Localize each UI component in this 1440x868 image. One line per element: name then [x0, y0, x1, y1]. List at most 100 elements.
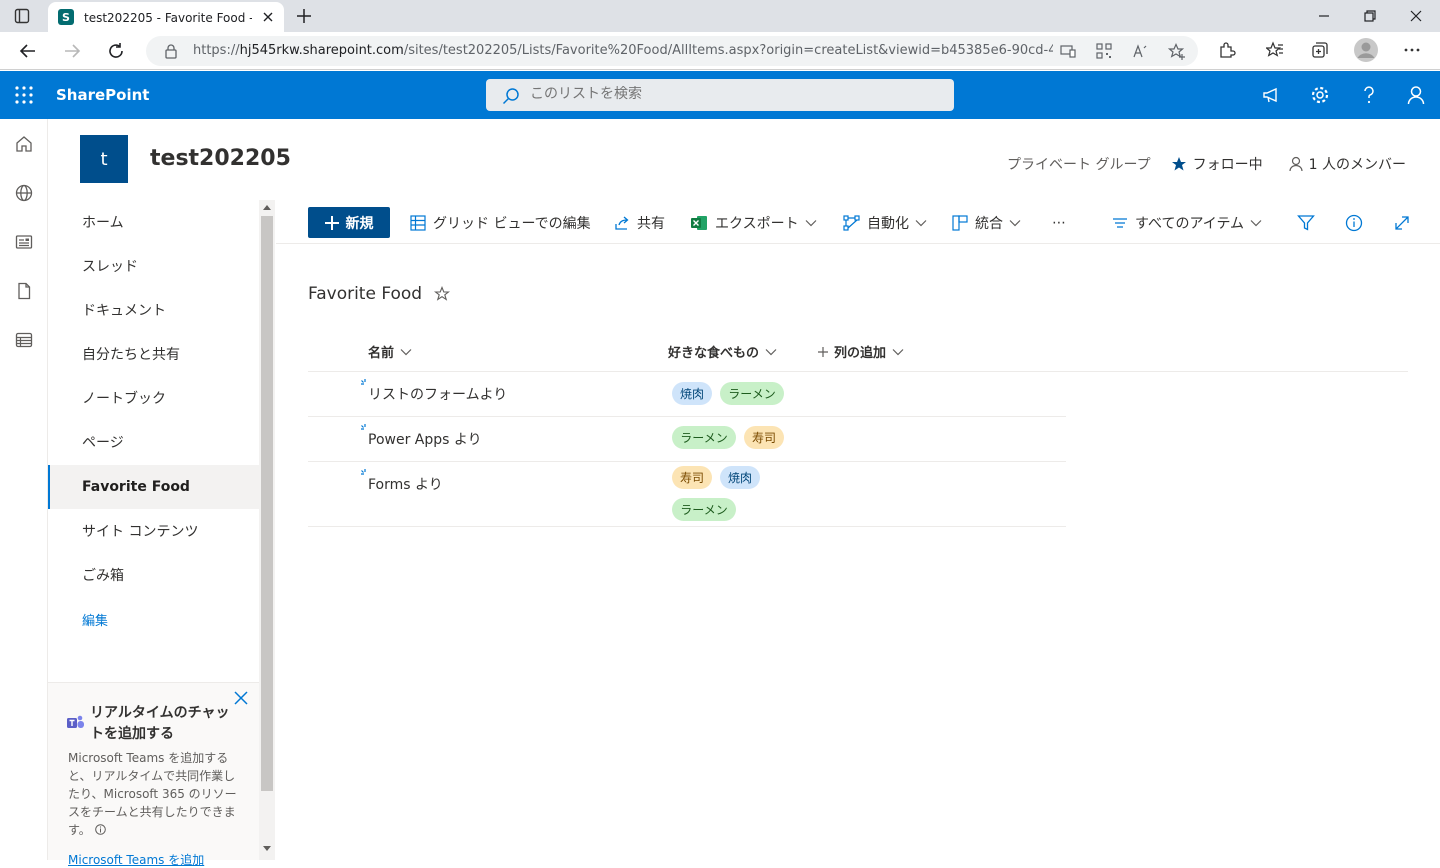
chevron-down-icon [765, 348, 777, 356]
window-close-icon[interactable] [1408, 8, 1424, 24]
browser-toolbar: https://hj545rkw.sharepoint.com/sites/te… [0, 32, 1440, 70]
chevron-down-icon [1009, 219, 1021, 227]
reload-icon[interactable] [106, 41, 126, 61]
lock-icon[interactable] [164, 43, 178, 59]
add-column-button[interactable]: 列の追加 [818, 342, 904, 361]
export-button[interactable]: エクスポート [691, 208, 824, 238]
members-button[interactable]: 1 人のメンバー [1289, 154, 1406, 174]
new-tab-icon[interactable] [294, 6, 314, 26]
tab-actions-icon[interactable] [14, 8, 30, 24]
teams-icon [67, 715, 85, 731]
column-header-name[interactable]: 名前 [368, 342, 412, 361]
news-icon[interactable] [15, 233, 33, 251]
item-name-link[interactable]: Forms より [368, 474, 443, 494]
nav-item-shared-with-us[interactable]: 自分たちと共有 [48, 332, 260, 376]
add-favorite-icon[interactable] [1168, 43, 1186, 61]
nav-item-favorite-food[interactable]: Favorite Food [48, 465, 260, 509]
automate-flow-icon [843, 215, 860, 231]
nav-edit-link[interactable]: 編集 [48, 597, 260, 641]
nav-item-recycle-bin[interactable]: ごみ箱 [48, 553, 260, 597]
nav-item-pages[interactable]: ページ [48, 420, 260, 464]
close-tab-icon[interactable] [258, 7, 278, 27]
integrate-button[interactable]: 統合 [952, 208, 1028, 238]
url-domain: hj545rkw.sharepoint.com [239, 43, 404, 58]
tag-ramen: ラーメン [672, 498, 736, 521]
command-bar: 新規 グリッド ビューでの編集 共有 エクスポート 自動化 統合 ⋯ すべてのア… [276, 200, 1440, 244]
announcement-icon[interactable] [1262, 85, 1282, 105]
url-path: /sites/test202205/Lists/Favorite%20Food/… [403, 43, 1053, 58]
share-button[interactable]: 共有 [614, 208, 665, 238]
read-aloud-icon[interactable] [1132, 43, 1148, 59]
item-name-link[interactable]: リストのフォームより [368, 384, 507, 404]
settings-gear-icon[interactable] [1310, 85, 1330, 105]
fullscreen-icon[interactable] [1393, 208, 1411, 238]
chevron-down-icon [915, 219, 927, 227]
share-label: 共有 [637, 216, 665, 232]
follow-button[interactable]: フォロー中 [1171, 154, 1263, 174]
column-header-favorite-food[interactable]: 好きな食べもの [668, 342, 777, 361]
scroll-down-arrow-icon[interactable] [263, 846, 271, 852]
list-search-box[interactable] [486, 79, 954, 111]
nav-item-home[interactable]: ホーム [48, 200, 260, 244]
more-commands-button[interactable]: ⋯ [1052, 208, 1066, 238]
table-row[interactable]: Power Apps より ラーメン 寿司 [308, 417, 1066, 462]
view-label: すべてのアイテム [1135, 216, 1245, 232]
nav-item-threads[interactable]: スレッド [48, 244, 260, 288]
browser-tab[interactable]: S test202205 - Favorite Food - すべ [48, 2, 284, 32]
qr-code-icon[interactable] [1096, 43, 1112, 59]
more-options-icon[interactable] [1403, 41, 1421, 59]
table-row[interactable]: Forms より 寿司 焼肉 ラーメン [308, 462, 1066, 527]
search-icon [502, 87, 520, 105]
site-logo[interactable]: t [80, 135, 128, 183]
view-list-icon [1112, 216, 1128, 230]
sharepoint-brand[interactable]: SharePoint [56, 86, 149, 104]
column-name-label: 名前 [368, 346, 395, 361]
site-title[interactable]: test202205 [150, 146, 291, 171]
filter-icon[interactable] [1297, 208, 1315, 238]
suite-bar: SharePoint [0, 71, 1440, 119]
info-icon[interactable] [94, 824, 106, 835]
restore-icon[interactable] [1362, 8, 1378, 24]
nav-item-notebook[interactable]: ノートブック [48, 376, 260, 420]
view-switcher[interactable]: すべてのアイテム [1112, 208, 1269, 238]
grid-edit-button[interactable]: グリッド ビューでの編集 [410, 208, 591, 238]
forward-arrow-icon[interactable] [62, 41, 82, 61]
column-food-label: 好きな食べもの [668, 346, 760, 361]
group-type-label: プライベート グループ [1007, 157, 1151, 173]
favorites-icon[interactable] [1266, 41, 1284, 59]
tag-sushi: 寿司 [744, 426, 784, 449]
extensions-icon[interactable] [1218, 41, 1236, 59]
share-icon [614, 215, 630, 231]
home-icon[interactable] [15, 135, 33, 153]
app-bar [0, 119, 48, 860]
collections-icon[interactable] [1311, 41, 1329, 59]
item-name-link[interactable]: Power Apps より [368, 429, 482, 449]
address-bar[interactable]: https://hj545rkw.sharepoint.com/sites/te… [146, 36, 1198, 66]
info-icon[interactable] [1345, 208, 1363, 238]
automate-button[interactable]: 自動化 [843, 208, 934, 238]
nav-scrollbar[interactable] [259, 200, 275, 860]
account-icon[interactable] [1406, 85, 1426, 105]
minimize-icon[interactable] [1316, 8, 1332, 24]
scroll-up-arrow-icon[interactable] [263, 204, 271, 210]
nav-item-site-contents[interactable]: サイト コンテンツ [48, 509, 260, 553]
document-icon[interactable] [15, 282, 33, 300]
tag-sushi: 寿司 [672, 466, 712, 489]
table-row[interactable]: リストのフォームより 焼肉 ラーメン [308, 372, 1066, 417]
person-icon [1289, 156, 1303, 172]
immersive-reader-icon[interactable] [1060, 43, 1076, 59]
app-launcher-icon[interactable] [14, 85, 34, 105]
nav-item-documents[interactable]: ドキュメント [48, 288, 260, 332]
globe-icon[interactable] [15, 184, 33, 202]
grid-edit-label: グリッド ビューでの編集 [433, 216, 591, 232]
back-arrow-icon[interactable] [18, 41, 38, 61]
search-input[interactable] [530, 86, 930, 102]
lists-icon[interactable] [15, 331, 33, 349]
new-item-button[interactable]: 新規 [308, 207, 390, 238]
help-icon[interactable] [1360, 85, 1378, 105]
profile-avatar-icon[interactable] [1354, 38, 1378, 62]
scrollbar-thumb[interactable] [261, 216, 273, 791]
automate-label: 自動化 [867, 216, 909, 232]
members-label: 1 人のメンバー [1308, 157, 1406, 173]
star-outline-icon[interactable] [434, 286, 451, 302]
